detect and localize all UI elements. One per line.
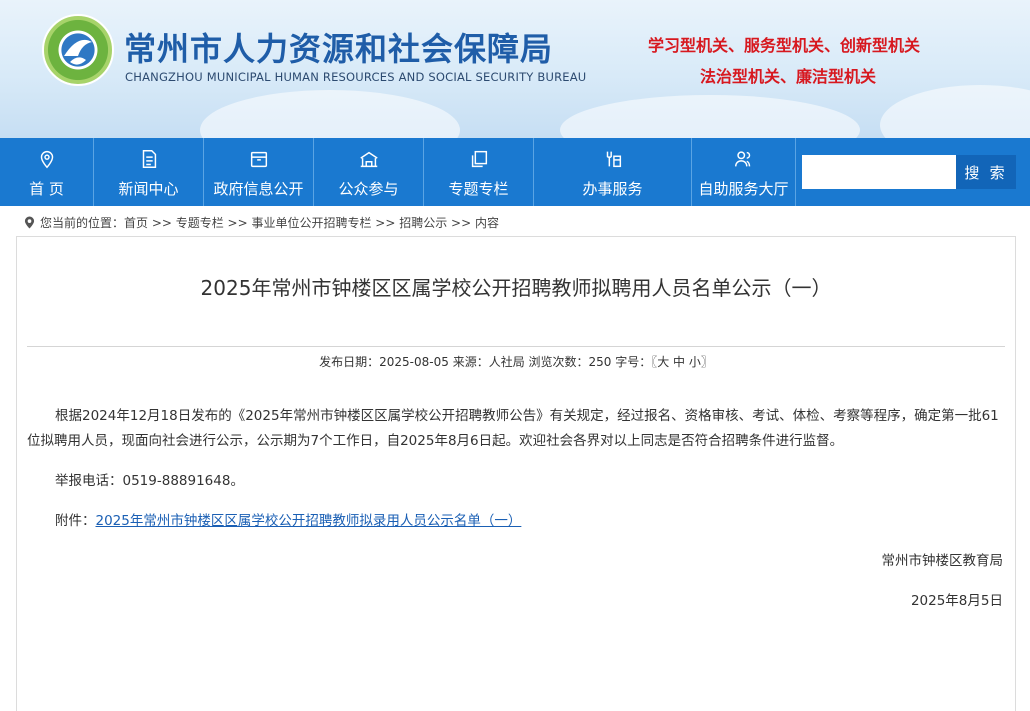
nav-item-services[interactable]: 办事服务 — [534, 138, 692, 206]
copy-icon — [471, 150, 487, 168]
nav-item-gov-info[interactable]: 政府信息公开 — [204, 138, 314, 206]
article-meta: 发布日期：2025-08-05 来源：人社局 浏览次数：250 字号：〖大 中 … — [319, 355, 713, 369]
nav-label: 专题专栏 — [448, 180, 509, 198]
site-header: 常州市人力资源和社会保障局 CHANGZHOU MUNICIPAL HUMAN … — [0, 0, 1030, 138]
nav-label: 办事服务 — [582, 180, 643, 198]
site-title-english: CHANGZHOU MUNICIPAL HUMAN RESOURCES AND … — [125, 70, 587, 84]
nav-label: 新闻中心 — [118, 180, 179, 198]
slogan-line-1: 学习型机关、服务型机关、创新型机关 — [648, 36, 921, 55]
main-nav: 首 页 新闻中心 政府信息公开 公众参与 专题专栏 办事服务 自助服务大厅 搜 … — [0, 138, 1030, 206]
service-icon — [606, 151, 621, 168]
signature: 常州市钟楼区教育局 — [881, 553, 1004, 569]
nav-item-home[interactable]: 首 页 — [0, 138, 94, 206]
document-icon — [142, 150, 156, 168]
attachment-link[interactable]: 2025年常州市钟楼区区属学校公开招聘教师拟录用人员公示名单（一） — [96, 513, 522, 529]
briefcase-icon — [250, 151, 267, 168]
search-input[interactable] — [802, 155, 956, 189]
article-paragraph: 根据2024年12月18日发布的《2025年常州市钟楼区区属学校公开招聘教师公告… — [27, 408, 999, 449]
building-icon — [359, 151, 378, 168]
article-card: 2025年常州市钟楼区区属学校公开招聘教师拟聘用人员名单公示（一） 发布日期：2… — [16, 236, 1016, 711]
nav-item-special[interactable]: 专题专栏 — [424, 138, 534, 206]
attachment-label: 附件： — [55, 513, 96, 529]
divider — [27, 346, 1005, 347]
nav-item-self-service[interactable]: 自助服务大厅 — [692, 138, 796, 206]
location-pin-icon — [40, 151, 53, 169]
nav-label: 政府信息公开 — [213, 180, 304, 198]
attachment-line: 附件：2025年常州市钟楼区区属学校公开招聘教师拟录用人员公示名单（一） — [27, 509, 1007, 534]
breadcrumb-text[interactable]: 您当前的位置：首页 >> 专题专栏 >> 事业单位公开招聘专栏 >> 招聘公示 … — [40, 216, 499, 230]
location-pin-icon — [24, 216, 35, 229]
article-title: 2025年常州市钟楼区区属学校公开招聘教师拟聘用人员名单公示（一） — [200, 276, 832, 300]
site-title: 常州市人力资源和社会保障局 — [124, 30, 554, 68]
breadcrumb: 您当前的位置：首页 >> 专题专栏 >> 事业单位公开招聘专栏 >> 招聘公示 … — [24, 214, 499, 231]
nav-item-news[interactable]: 新闻中心 — [94, 138, 204, 206]
slogan-line-2: 法治型机关、廉洁型机关 — [700, 67, 877, 86]
nav-label: 公众参与 — [338, 180, 399, 198]
nav-label: 自助服务大厅 — [698, 180, 789, 198]
search-button[interactable]: 搜 索 — [956, 155, 1016, 189]
bureau-logo[interactable] — [42, 14, 114, 86]
users-icon — [734, 151, 750, 167]
signature-date: 2025年8月5日 — [910, 593, 1003, 609]
nav-item-public[interactable]: 公众参与 — [314, 138, 424, 206]
nav-label: 首 页 — [29, 180, 64, 198]
report-phone: 举报电话：0519-88891648。 — [55, 473, 244, 489]
